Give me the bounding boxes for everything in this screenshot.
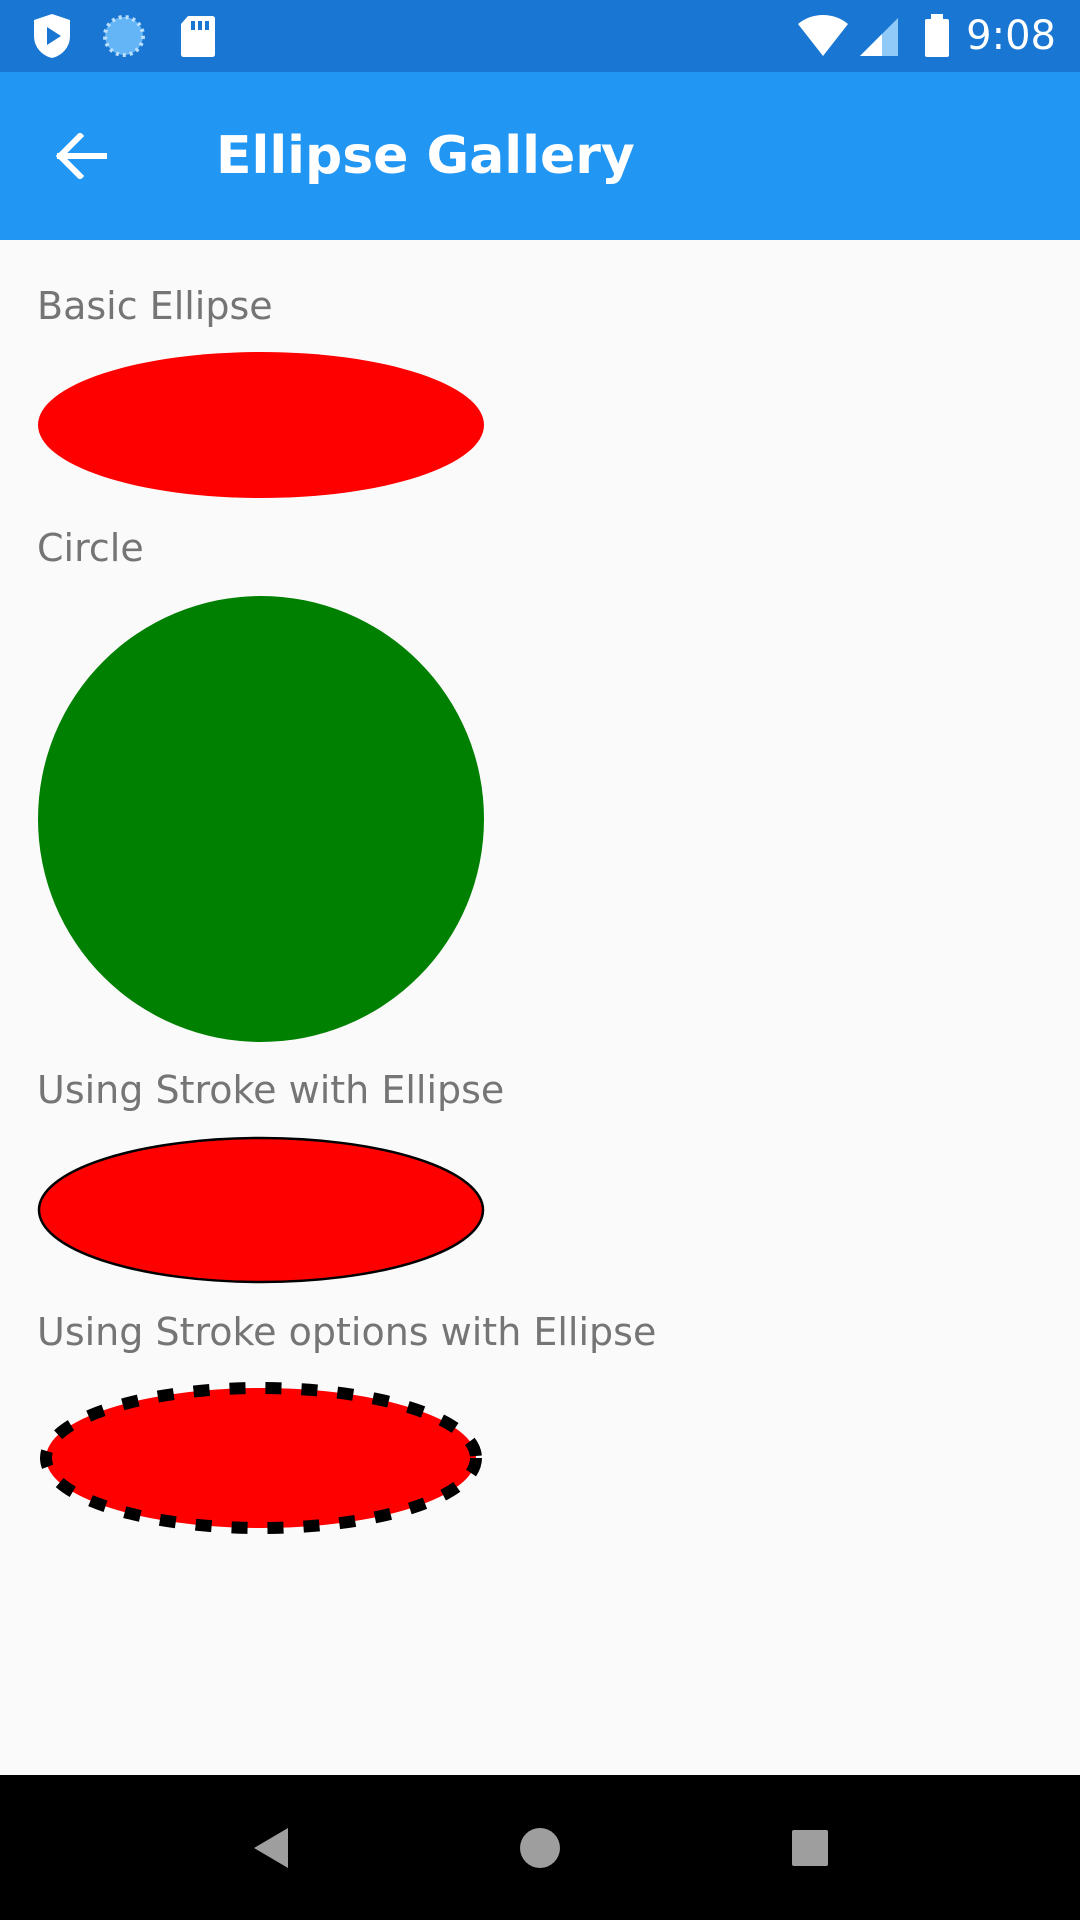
back-button[interactable] [40, 114, 124, 198]
battery-icon [922, 0, 952, 72]
stroked-ellipse [37, 1136, 485, 1284]
status-bar: 9:08 [0, 0, 1080, 72]
section-label-stroke-ellipse: Using Stroke with Ellipse [37, 1068, 505, 1112]
page-title: Ellipse Gallery [216, 126, 635, 186]
cell-signal-icon [856, 0, 900, 72]
sync-spinner-icon [100, 0, 148, 72]
ellipse-gallery-content: Basic Ellipse Circle Using Stroke with E… [0, 240, 1080, 1775]
status-time: 9:08 [966, 13, 1056, 59]
back-triangle-icon [254, 1827, 288, 1868]
nav-recents-button[interactable] [750, 1775, 870, 1920]
section-label-basic-ellipse: Basic Ellipse [37, 284, 273, 328]
recents-square-icon [792, 1829, 828, 1866]
app-bar: Ellipse Gallery [0, 72, 1080, 240]
section-label-circle: Circle [37, 526, 144, 570]
section-label-stroke-options-ellipse: Using Stroke options with Ellipse [37, 1310, 657, 1354]
navigation-bar [0, 1775, 1080, 1920]
play-protect-shield-icon [30, 0, 74, 72]
basic-ellipse [38, 352, 484, 498]
wifi-icon [796, 0, 850, 72]
nav-home-button[interactable] [480, 1775, 600, 1920]
sd-card-icon [178, 0, 218, 72]
home-circle-icon [520, 1827, 560, 1868]
dashed-stroke-ellipse [40, 1382, 482, 1534]
arrow-back-icon [56, 133, 107, 179]
nav-back-button[interactable] [210, 1775, 330, 1920]
circle [38, 596, 484, 1042]
